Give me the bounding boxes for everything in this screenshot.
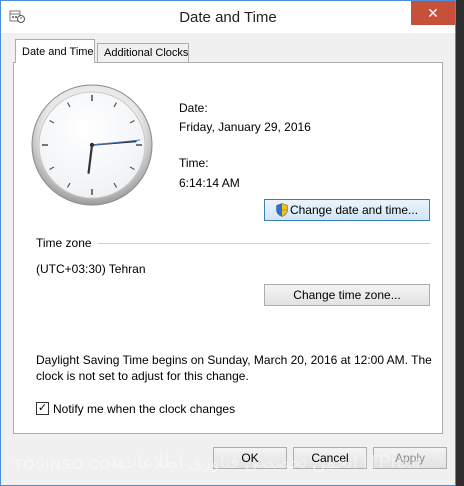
change-date-time-button[interactable]: Change date and time... — [264, 199, 430, 221]
dialog-body: Date and Time Additional Clocks Date: Fr… — [1, 33, 455, 485]
window-title: Date and Time — [179, 9, 277, 26]
title-bar[interactable]: Date and Time ✕ — [1, 1, 455, 33]
close-button[interactable]: ✕ — [411, 1, 455, 25]
change-date-time-label: Change date and time... — [289, 203, 419, 217]
watermark-tosinso: TOSINSO.COM — [14, 456, 125, 472]
date-value: Friday, January 29, 2016 — [179, 120, 311, 134]
time-value: 6:14:14 AM — [179, 176, 240, 190]
time-zone-value: (UTC+03:30) Tehran — [36, 262, 146, 276]
tab-additional-clocks[interactable]: Additional Clocks — [97, 43, 189, 63]
desktop-background — [456, 0, 464, 486]
dst-message: Daylight Saving Time begins on Sunday, M… — [36, 353, 432, 383]
notify-checkbox[interactable]: ✓ — [36, 402, 49, 415]
change-time-zone-button[interactable]: Change time zone... — [264, 284, 430, 306]
date-time-panel: Date: Friday, January 29, 2016 Time: 6:1… — [13, 62, 443, 434]
uac-shield-icon — [276, 203, 288, 217]
check-icon: ✓ — [37, 402, 48, 414]
analog-clock — [31, 84, 153, 206]
time-zone-divider — [98, 243, 430, 244]
watermark-itpro: انجمن تخصصی فناوری اطلاعات ITPro.ir — [120, 452, 422, 472]
close-icon: ✕ — [427, 5, 439, 21]
date-time-dialog: Date and Time ✕ Date and Time Additional… — [0, 0, 456, 486]
time-label: Time: — [179, 156, 209, 170]
date-label: Date: — [179, 101, 208, 115]
notify-label[interactable]: Notify me when the clock changes — [53, 402, 235, 416]
tab-date-and-time[interactable]: Date and Time — [15, 39, 95, 63]
time-zone-heading: Time zone — [36, 236, 92, 250]
